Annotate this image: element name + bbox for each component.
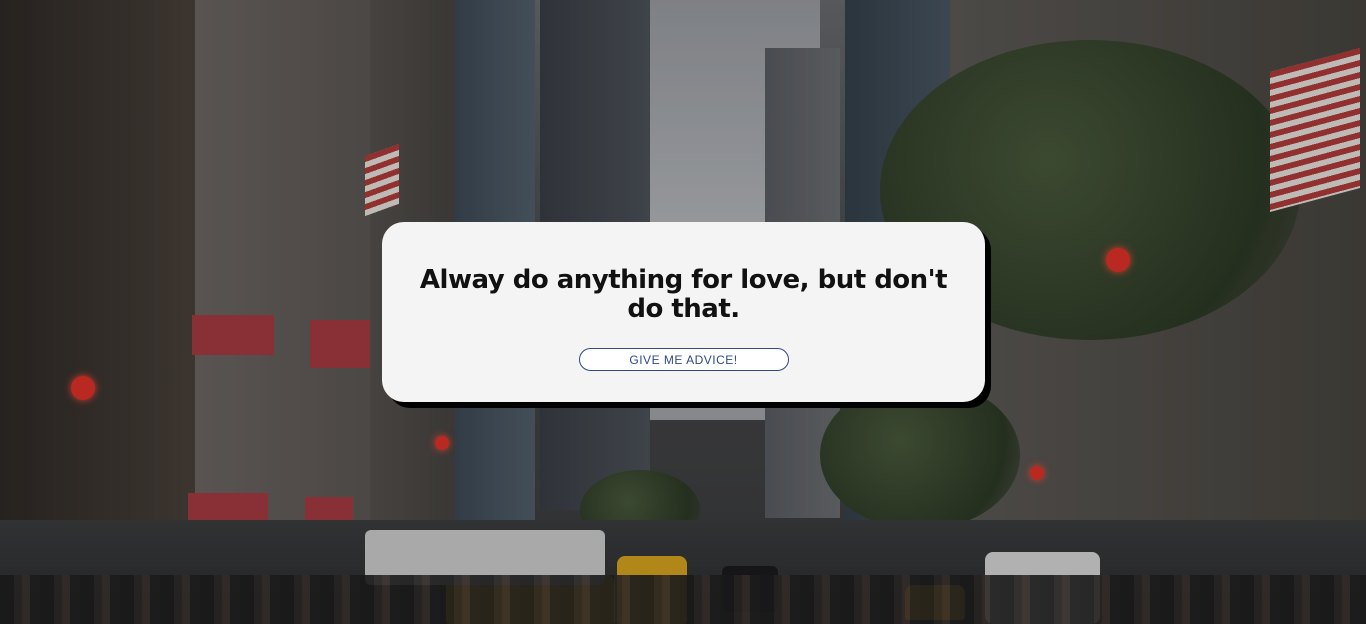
give-me-advice-button[interactable]: GIVE ME ADVICE! xyxy=(578,348,789,371)
advice-quote: Alway do anything for love, but don't do… xyxy=(419,265,948,324)
advice-card: Alway do anything for love, but don't do… xyxy=(382,222,985,402)
